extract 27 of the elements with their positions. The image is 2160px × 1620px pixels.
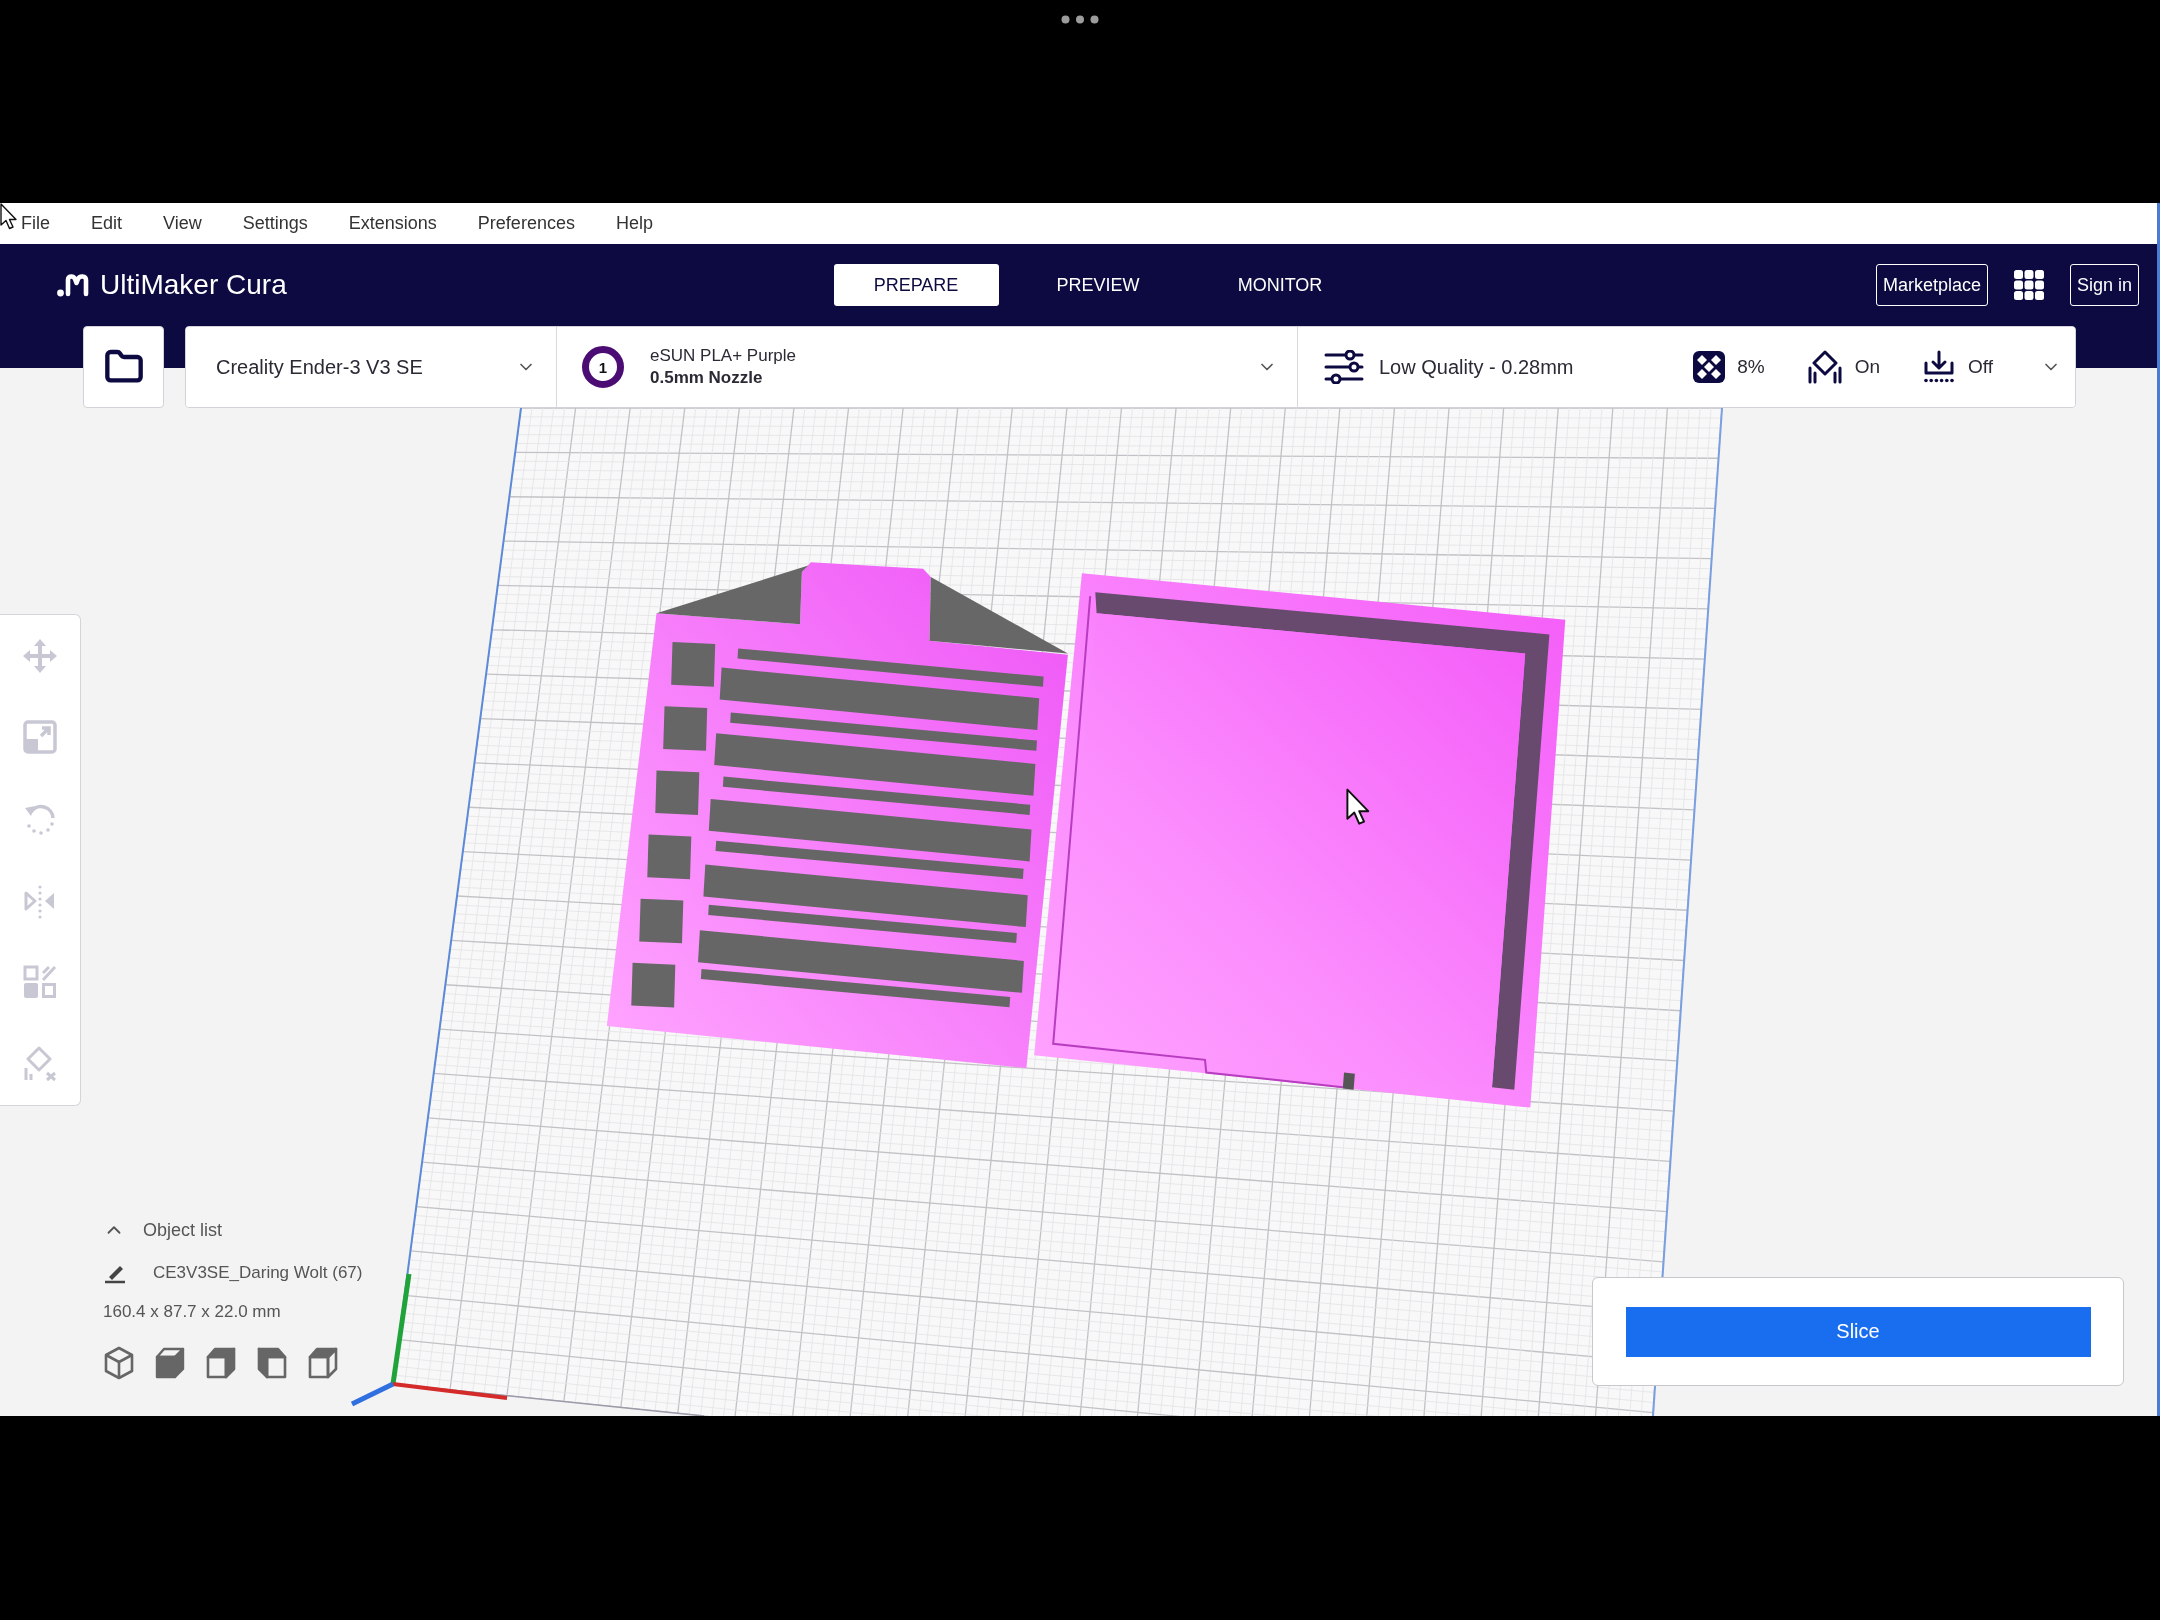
marketplace-button[interactable]: Marketplace (1875, 264, 1988, 306)
menu-item[interactable]: Edit (91, 213, 123, 234)
3d-view-icon[interactable] (103, 1346, 135, 1380)
object-list-title[interactable]: Object list (143, 1219, 223, 1241)
app-name: UltiMaker Cura (100, 269, 287, 301)
stage-tab[interactable]: PREPARE (833, 264, 999, 306)
menu-item[interactable]: Settings (242, 213, 308, 234)
object-name: CE3V3SE_Daring Wolt (67) (153, 1263, 363, 1283)
menu-item[interactable]: View (163, 213, 202, 234)
menu-item[interactable]: Preferences (477, 213, 575, 234)
ellipsis-icon[interactable] (1061, 15, 1099, 24)
menu-item[interactable]: Help (615, 213, 653, 234)
slice-button[interactable]: Slice (1625, 1306, 2091, 1357)
menu-item[interactable]: Extensions (348, 213, 437, 234)
left-view-icon[interactable] (256, 1346, 288, 1380)
logo-icon (57, 273, 91, 297)
open-file-button[interactable] (83, 326, 164, 408)
menu-item[interactable]: File (21, 213, 50, 234)
cursor-icon (1346, 788, 1371, 826)
front-view-icon[interactable] (154, 1346, 186, 1380)
apps-grid-icon[interactable] (2013, 270, 2044, 300)
stage-tab[interactable]: PREVIEW (1015, 264, 1181, 306)
stage-tab[interactable]: MONITOR (1197, 264, 1363, 306)
right-view-icon[interactable] (307, 1346, 339, 1380)
object-dimensions: 160.4 x 87.7 x 22.0 mm (103, 1302, 281, 1322)
top-view-icon[interactable] (205, 1346, 237, 1380)
sign-in-button[interactable]: Sign in (2069, 264, 2139, 306)
